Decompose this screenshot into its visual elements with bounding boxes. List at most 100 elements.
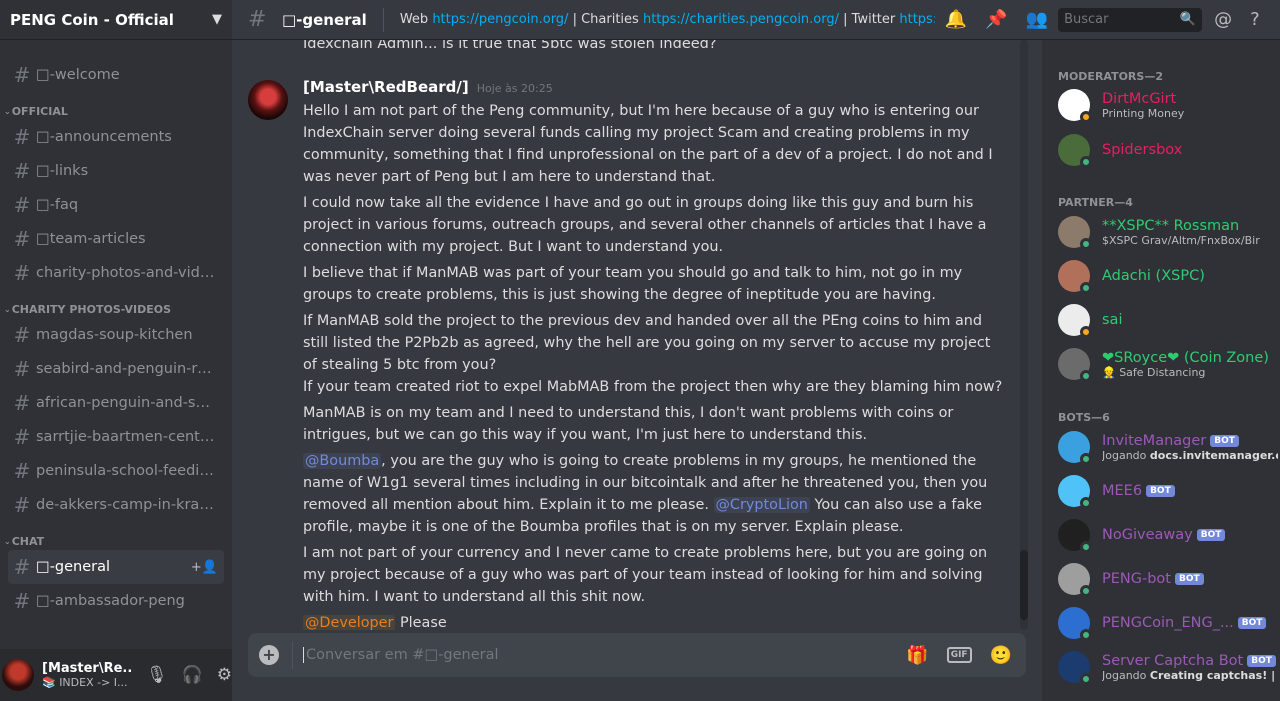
channel-ambassador[interactable]: # □-ambassador-peng xyxy=(8,584,224,618)
user-status: 📚 INDEX -> I... xyxy=(42,676,128,689)
caret-icon: ⌄ xyxy=(4,537,11,546)
category-chat[interactable]: ⌄ CHAT xyxy=(0,533,232,550)
hash-icon: # xyxy=(13,159,31,183)
channel-de-akkers[interactable]: # de-akkers-camp-in-kraai... xyxy=(8,488,224,522)
member-item[interactable]: **XSPC** Rossman $XSPC Grav/Altm/FnxBox/B… xyxy=(1058,211,1278,253)
user-mention[interactable]: @Boumba xyxy=(303,453,382,469)
channel-label: charity-photos-and-videos xyxy=(36,265,216,281)
user-info[interactable]: [Master\Re... 📚 INDEX -> I... xyxy=(42,661,132,689)
member-item[interactable]: NoGiveaway BOT xyxy=(1058,514,1278,556)
status-dot xyxy=(1080,497,1092,509)
avatar xyxy=(1058,475,1092,509)
channel-general[interactable]: # □-general +👤 xyxy=(8,550,224,584)
search-input[interactable]: Buscar 🔍 xyxy=(1058,7,1203,32)
hash-icon: # xyxy=(248,7,267,32)
user-mention[interactable]: @CryptoLion xyxy=(713,497,810,513)
status-dot xyxy=(1080,453,1092,465)
username: [Master\Re... xyxy=(42,661,132,676)
message-paragraph: I am not part of your currency and I nev… xyxy=(303,545,988,605)
avatar xyxy=(1058,260,1092,294)
bot-badge: BOT xyxy=(1146,485,1175,497)
topic-twitter-label: | Twitter xyxy=(839,12,900,27)
channel-links[interactable]: # □-links xyxy=(8,154,224,188)
member-name: sai xyxy=(1102,312,1123,328)
microphone-icon[interactable]: 🎙 xyxy=(146,665,168,685)
gif-icon[interactable]: GIF xyxy=(946,647,972,663)
search-placeholder: Buscar xyxy=(1064,12,1109,27)
discord-app: PENG Coin - Official ▼ # □-welcome ⌄ OFFIC… xyxy=(0,0,1280,701)
channel-announcements[interactable]: # □-announcements xyxy=(8,120,224,154)
emoji-icon[interactable]: 🙂 xyxy=(990,645,1012,666)
channel-magdas[interactable]: # magdas-soup-kitchen xyxy=(8,318,224,352)
member-item[interactable]: Spidersbox xyxy=(1058,129,1278,171)
topic-twitter-link[interactable]: https://t... xyxy=(899,12,934,27)
member-activity: Jogando xyxy=(1102,668,1150,682)
topic-web-link[interactable]: https://pengcoin.org/ xyxy=(432,12,568,27)
channel-faq[interactable]: # □-faq xyxy=(8,188,224,222)
hash-icon: # xyxy=(13,555,31,579)
scrollbar-thumb[interactable] xyxy=(1020,550,1028,620)
channel-sarrtjie[interactable]: # sarrtjie-baartmen-center... xyxy=(8,420,224,454)
chevron-down-icon[interactable]: ▼ xyxy=(212,12,222,27)
topic-charities-link[interactable]: https://charities.pengcoin.org/ xyxy=(643,12,839,27)
add-user-icon[interactable]: +👤 xyxy=(191,560,218,575)
channel-label: □team-articles xyxy=(36,231,146,247)
channel-charity-photos[interactable]: # charity-photos-and-videos xyxy=(8,256,224,290)
message-paragraph: ManMAB is on my team and I need to under… xyxy=(303,405,954,443)
gift-icon[interactable]: 🎁 xyxy=(906,645,928,666)
avatar[interactable] xyxy=(2,659,34,691)
member-item[interactable]: Adachi (XSPC) xyxy=(1058,255,1278,297)
category-label: OFFICIAL xyxy=(11,105,68,118)
member-item[interactable]: PENG-bot BOT xyxy=(1058,558,1278,600)
avatar xyxy=(1058,348,1092,382)
category-charity[interactable]: ⌄ CHARITY PHOTOS-VIDEOS xyxy=(0,301,232,318)
avatar[interactable] xyxy=(248,80,288,120)
channel-label: seabird-and-penguin-reh... xyxy=(36,361,216,377)
member-item[interactable]: MEE6 BOT xyxy=(1058,470,1278,512)
member-activity: $XSPC Grav/Altm/FnxBox/Bir xyxy=(1102,233,1260,247)
search-icon: 🔍 xyxy=(1179,12,1197,27)
message-input[interactable]: Conversar em #□-general xyxy=(303,647,906,663)
role-mention[interactable]: @Developer xyxy=(303,615,396,630)
hash-icon: # xyxy=(13,391,31,415)
member-item[interactable]: DirtMcGirt Printing Money xyxy=(1058,84,1278,126)
avatar xyxy=(1058,134,1092,168)
gear-icon[interactable]: ⚙ xyxy=(217,665,232,685)
channel-seabird[interactable]: # seabird-and-penguin-reh... xyxy=(8,352,224,386)
channel-title: □-general xyxy=(282,10,367,29)
channel-header: # □-general Web https://pengcoin.org/ | … xyxy=(232,0,1280,40)
help-icon[interactable]: ? xyxy=(1250,9,1260,30)
member-name: MEE6 xyxy=(1102,483,1143,499)
divider xyxy=(382,7,384,32)
member-item[interactable]: PENGCoin_ENG_... BOT xyxy=(1058,602,1278,644)
channel-welcome[interactable]: # □-welcome xyxy=(8,58,224,92)
channel-peninsula[interactable]: # peninsula-school-feeding... xyxy=(8,454,224,488)
channel-team-articles[interactable]: # □team-articles xyxy=(8,222,224,256)
member-activity: Printing Money xyxy=(1102,106,1185,120)
message-author[interactable]: [Master\RedBeard/] xyxy=(303,78,469,96)
mentions-icon[interactable]: @ xyxy=(1214,9,1232,30)
member-item[interactable]: Server Captcha Bot BOT Jogando Creating ca… xyxy=(1058,646,1278,688)
member-name: PENG-bot xyxy=(1102,571,1171,587)
divider xyxy=(292,641,293,669)
member-item[interactable]: sai xyxy=(1058,299,1278,341)
headphones-icon[interactable]: 🎧 xyxy=(182,665,203,685)
upload-plus-icon[interactable]: + xyxy=(259,645,279,665)
category-official[interactable]: ⌄ OFFICIAL xyxy=(0,103,232,120)
scrollbar-track[interactable] xyxy=(1020,40,1028,630)
hash-icon: # xyxy=(13,357,31,381)
chat-area: Idexchain Admin... is it true that 5btc … xyxy=(232,40,1042,701)
member-item[interactable]: ❤SRoyce❤ (Coin Zone) 👷 Safe Distancing xyxy=(1058,343,1278,385)
channel-african-penguin[interactable]: # african-penguin-and-sea... xyxy=(8,386,224,420)
channel-topic[interactable]: Web https://pengcoin.org/ | Charities ht… xyxy=(400,12,935,27)
channel-label: □-ambassador-peng xyxy=(36,593,185,609)
bell-icon[interactable]: 🔔 xyxy=(945,9,967,30)
members-icon[interactable]: 👥 xyxy=(1026,9,1048,30)
guild-header[interactable]: PENG Coin - Official ▼ xyxy=(0,0,232,40)
category-label: CHARITY PHOTOS-VIDEOS xyxy=(11,303,172,316)
member-name: PENGCoin_ENG_... xyxy=(1102,615,1234,631)
pin-icon[interactable]: 📌 xyxy=(985,9,1007,30)
member-item[interactable]: InviteManager BOT Jogando docs.invitemanag… xyxy=(1058,426,1278,468)
member-name: InviteManager xyxy=(1102,432,1207,449)
previous-message-text: Idexchain Admin... is it true that 5btc … xyxy=(303,40,717,52)
